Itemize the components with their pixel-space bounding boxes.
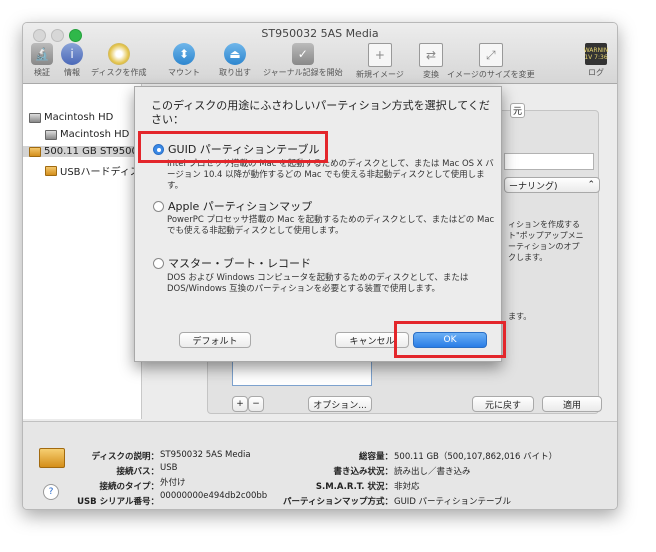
option-label: Apple パーティションマップ bbox=[168, 200, 313, 213]
toolbar-label: 新規イメージ bbox=[356, 70, 404, 79]
sidebar-item-label: 500.11 GB ST9500 bbox=[44, 146, 138, 157]
info-key: ディスクの説明： bbox=[91, 452, 159, 462]
options-button[interactable]: オプション... bbox=[308, 396, 372, 412]
info-left-keys: ディスクの説明： 接続バス： 接続のタイプ： USB シリアル番号： bbox=[77, 450, 159, 507]
toolbar-label: 情報 bbox=[64, 68, 80, 77]
journal-icon: ✓ bbox=[291, 43, 314, 65]
toolbar-new-image[interactable]: + 新規イメージ bbox=[356, 43, 404, 80]
info-bar: ディスクの説明： 接続バス： 接続のタイプ： USB シリアル番号： ST950… bbox=[23, 421, 617, 509]
mount-icon: ⬍ bbox=[173, 43, 195, 65]
sidebar-item-label: Macintosh HD bbox=[60, 129, 130, 140]
info-value: USB bbox=[160, 463, 178, 473]
resize-image-icon: ⤢ bbox=[478, 43, 503, 67]
info-value: GUID パーティションテーブル bbox=[394, 497, 512, 507]
sheet-title: このディスクの用途にふさわしいパーティション方式を選択してください： bbox=[151, 99, 490, 126]
toolbar-label: ジャーナル記録を開始 bbox=[263, 68, 343, 77]
info-right-keys: 総容量： 書き込み状況： S.M.A.R.T. 状況： パーティションマップ方式… bbox=[283, 450, 393, 507]
toolbar-log[interactable]: WARNIN 1V 7:36 ログ bbox=[584, 43, 608, 78]
volume-icon bbox=[45, 129, 57, 140]
new-image-icon: + bbox=[367, 43, 392, 67]
apply-button[interactable]: 適用 bbox=[542, 396, 602, 412]
toolbar-convert[interactable]: ⇄ 変換 bbox=[419, 43, 443, 80]
revert-button[interactable]: 元に戻す bbox=[472, 396, 534, 412]
toolbar-burn[interactable]: ディスクを作成 bbox=[91, 43, 146, 78]
toolbar-label: イメージのサイズを変更 bbox=[447, 70, 535, 79]
info-value: 読み出し／書き込み bbox=[394, 467, 471, 477]
window-title: ST950032 5AS Media bbox=[261, 27, 379, 40]
sidebar-item-usb-volume[interactable]: USBハードディス bbox=[45, 163, 140, 178]
help-text-2: ます。 bbox=[508, 312, 532, 321]
option-label: マスター・ブート・レコード bbox=[168, 257, 311, 270]
eject-icon: ⏏ bbox=[224, 43, 246, 65]
info-right-values: 500.11 GB（500,107,862,016 バイト） 読み出し／書き込み… bbox=[394, 450, 557, 507]
name-field[interactable] bbox=[504, 153, 594, 170]
help-button[interactable]: ? bbox=[43, 484, 59, 500]
toolbar-mount[interactable]: ⬍ マウント bbox=[168, 43, 200, 78]
info-key: 書き込み状況： bbox=[333, 467, 393, 477]
microscope-icon: 🔬 bbox=[31, 43, 53, 65]
info-key: USB シリアル番号： bbox=[77, 497, 159, 507]
format-popup-label: ーナリング) bbox=[509, 181, 558, 192]
usb-volume-icon bbox=[45, 165, 57, 176]
info-key: 総容量： bbox=[358, 452, 393, 462]
sidebar-item-external-disk[interactable]: 500.11 GB ST9500 bbox=[23, 146, 141, 157]
toolbar-label: ディスクを作成 bbox=[91, 68, 147, 77]
help-text-line: ト"ポップアップメニ bbox=[508, 231, 584, 240]
help-text-line: ーティションのオプ bbox=[508, 242, 580, 251]
highlight-box-ok bbox=[394, 321, 506, 358]
toolbar-verify[interactable]: 🔬 検証 bbox=[31, 43, 53, 78]
toolbar-label: ログ bbox=[588, 68, 604, 77]
external-disk-icon bbox=[29, 146, 41, 157]
toolbar-info[interactable]: i 情報 bbox=[61, 43, 83, 78]
option-description: PowerPC プロセッサ搭載の Mac を起動するためのディスクとして、または… bbox=[167, 215, 495, 236]
help-text-line: クします。 bbox=[508, 253, 548, 262]
info-left-values: ST950032 5AS Media USB 外付け 00000000e494d… bbox=[160, 450, 267, 501]
info-value: 500.11 GB（500,107,862,016 バイト） bbox=[394, 452, 558, 462]
external-disk-large-icon bbox=[39, 448, 65, 468]
option-description: DOS および Windows コンピュータを起動するためのディスクとして、また… bbox=[167, 273, 469, 294]
tab-fragment[interactable]: 元 bbox=[510, 103, 526, 118]
info-key: パーティションマップ方式： bbox=[283, 497, 393, 507]
format-popup[interactable]: ーナリング) ⌃ bbox=[504, 177, 600, 193]
toolbar-label: 変換 bbox=[423, 70, 439, 79]
info-value: 非対応 bbox=[394, 482, 420, 492]
option-master-boot-record[interactable]: マスター・ブート・レコード bbox=[153, 255, 311, 271]
info-key: 接続バス： bbox=[116, 467, 159, 477]
default-button[interactable]: デフォルト bbox=[179, 332, 251, 348]
toolbar-label: 取り出す bbox=[219, 68, 251, 77]
highlight-box-guid bbox=[138, 131, 328, 163]
option-description: Intel プロセッサ搭載の Mac を起動するためのディスクとして、または M… bbox=[167, 159, 494, 191]
sidebar-item-volume[interactable]: Macintosh HD bbox=[45, 129, 129, 140]
toolbar-eject[interactable]: ⏏ 取り出す bbox=[219, 43, 251, 78]
info-key: 接続のタイプ： bbox=[99, 482, 159, 492]
info-value: 00000000e494db2c00bb bbox=[160, 491, 268, 501]
toolbar-resize-image[interactable]: ⤢ イメージのサイズを変更 bbox=[447, 43, 535, 80]
toolbar-label: マウント bbox=[168, 68, 200, 77]
info-icon: i bbox=[61, 43, 83, 65]
info-key: S.M.A.R.T. 状況： bbox=[315, 482, 393, 492]
remove-partition-button[interactable]: − bbox=[248, 396, 264, 412]
info-value: ST950032 5AS Media bbox=[160, 450, 251, 460]
burn-icon bbox=[107, 43, 130, 65]
title-bar: ST950032 5AS Media 🔬 検証 i 情報 ディスクを作成 ⬍ マ… bbox=[23, 23, 617, 84]
log-icon: WARNIN 1V 7:36 bbox=[584, 43, 608, 65]
popup-arrows-icon: ⌃ bbox=[587, 180, 595, 190]
sidebar-item-label: Macintosh HD bbox=[44, 112, 114, 123]
radio-button[interactable] bbox=[153, 200, 164, 212]
help-text-line: ィションを作成する bbox=[508, 220, 580, 229]
sidebar-item-label: USBハードディス bbox=[60, 167, 140, 178]
toolbar-label: 検証 bbox=[34, 68, 50, 77]
toolbar-journal[interactable]: ✓ ジャーナル記録を開始 bbox=[263, 43, 343, 78]
sidebar: Macintosh HD Macintosh HD 500.11 GB ST95… bbox=[23, 84, 142, 419]
hard-disk-icon bbox=[29, 112, 41, 123]
convert-icon: ⇄ bbox=[419, 43, 443, 67]
sidebar-item-disk[interactable]: Macintosh HD bbox=[29, 112, 113, 123]
radio-button[interactable] bbox=[153, 257, 164, 269]
option-apple-partition-map[interactable]: Apple パーティションマップ bbox=[153, 198, 312, 214]
add-partition-button[interactable]: + bbox=[232, 396, 248, 412]
toolbar: 🔬 検証 i 情報 ディスクを作成 ⬍ マウント ⏏ 取り出す ✓ ジャーナル記 bbox=[23, 43, 617, 81]
help-text: ィションを作成する ト"ポップアップメニ ーティションのオプ クします。 bbox=[508, 219, 584, 263]
info-value: 外付け bbox=[160, 478, 186, 488]
